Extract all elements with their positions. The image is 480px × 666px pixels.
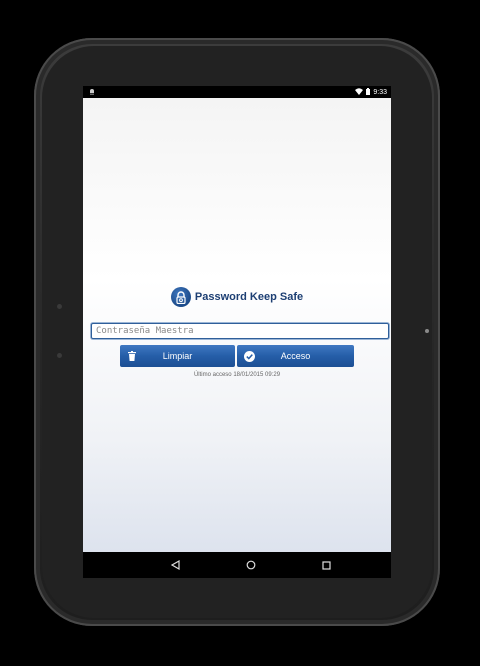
app-header: Password Keep Safe: [83, 286, 391, 308]
clear-button[interactable]: Limpiar: [120, 345, 235, 367]
device-screen: 9:33 Password Keep Safe Limpiar Acceso Ú…: [83, 86, 391, 578]
front-sensor: [57, 353, 62, 358]
home-icon[interactable]: [244, 558, 258, 572]
app-content: Password Keep Safe Limpiar Acceso Último…: [83, 98, 391, 552]
battery-icon: [366, 88, 371, 97]
status-bar: 9:33: [83, 86, 391, 98]
app-title: Password Keep Safe: [194, 291, 304, 303]
master-password-input[interactable]: [91, 323, 389, 339]
front-sensor: [57, 304, 62, 309]
back-icon[interactable]: [168, 558, 182, 572]
recents-icon[interactable]: [319, 558, 333, 572]
status-time: 9:33: [373, 89, 387, 96]
wifi-icon: [355, 88, 364, 97]
login-button-label: Acceso: [280, 351, 311, 361]
navigation-bar: [83, 552, 391, 578]
front-camera: [425, 329, 429, 333]
android-notification-icon: [89, 88, 95, 97]
last-access-text: Último acceso 18/01/2015 09:29: [193, 372, 281, 378]
padlock-icon: [170, 287, 191, 307]
clear-button-label: Limpiar: [162, 351, 193, 361]
login-button[interactable]: Acceso: [237, 345, 354, 367]
